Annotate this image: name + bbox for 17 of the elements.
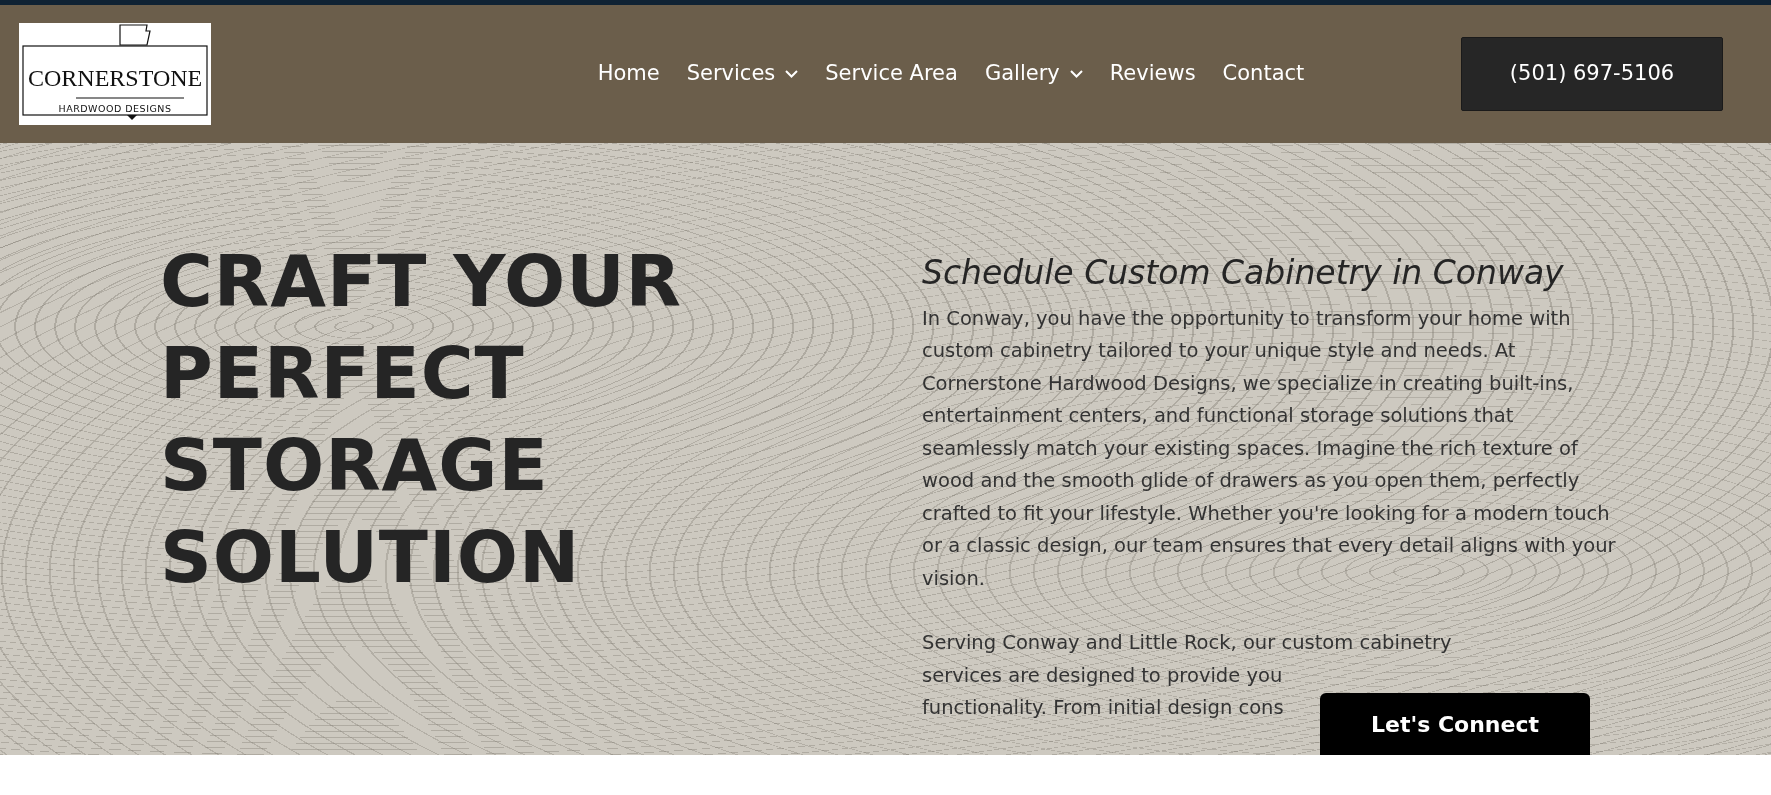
logo-wordmark: CORNERSTONE <box>28 65 202 91</box>
nav-link[interactable]: Service Area <box>825 58 958 90</box>
chat-button[interactable]: Let's Connect <box>1320 693 1590 755</box>
body-paragraph: In Conway, you have the opportunity to transform your home with custom cabinetry tailored to your unique style and needs. At Cornerstone Hardwood Designs, we specialize in creating built-ins, entertainment centers, and functional storage solutions that seamlessly match your existing spaces. Imagine the rich texture of wood and the smooth glide of drawers as you open them, perfectly crafted to fit your lifestyle. Whether you're looking for a modern touch or a classic design, our team ensures that every detail aligns with your vision. <box>922 305 1617 592</box>
nav-link[interactable]: Reviews <box>1109 58 1196 90</box>
section-subheading: Schedule Custom Cabinetry in Conway <box>922 253 1565 293</box>
nav-link[interactable]: Services <box>686 58 799 90</box>
paragraph-line: functionality. From initial design cons <box>922 695 1284 722</box>
company-logo[interactable]: CORNERSTONE HARDWOOD DESIGNS <box>19 23 211 125</box>
paragraph-line: Serving Conway and Little Rock, our custom cabinetry <box>922 630 1452 657</box>
paragraph-line: services are designed to provide you <box>922 662 1283 689</box>
nav-link[interactable]: Gallery <box>984 58 1083 90</box>
nav-link[interactable]: Home <box>597 58 660 90</box>
logo-tagline: HARDWOOD DESIGNS <box>57 102 173 116</box>
nav-link[interactable]: Contact <box>1222 58 1305 90</box>
hero-heading: CRAFT YOUR PERFECT STORAGE SOLUTION <box>160 238 684 601</box>
phone-button[interactable]: (501) 697-5106 <box>1461 37 1723 111</box>
